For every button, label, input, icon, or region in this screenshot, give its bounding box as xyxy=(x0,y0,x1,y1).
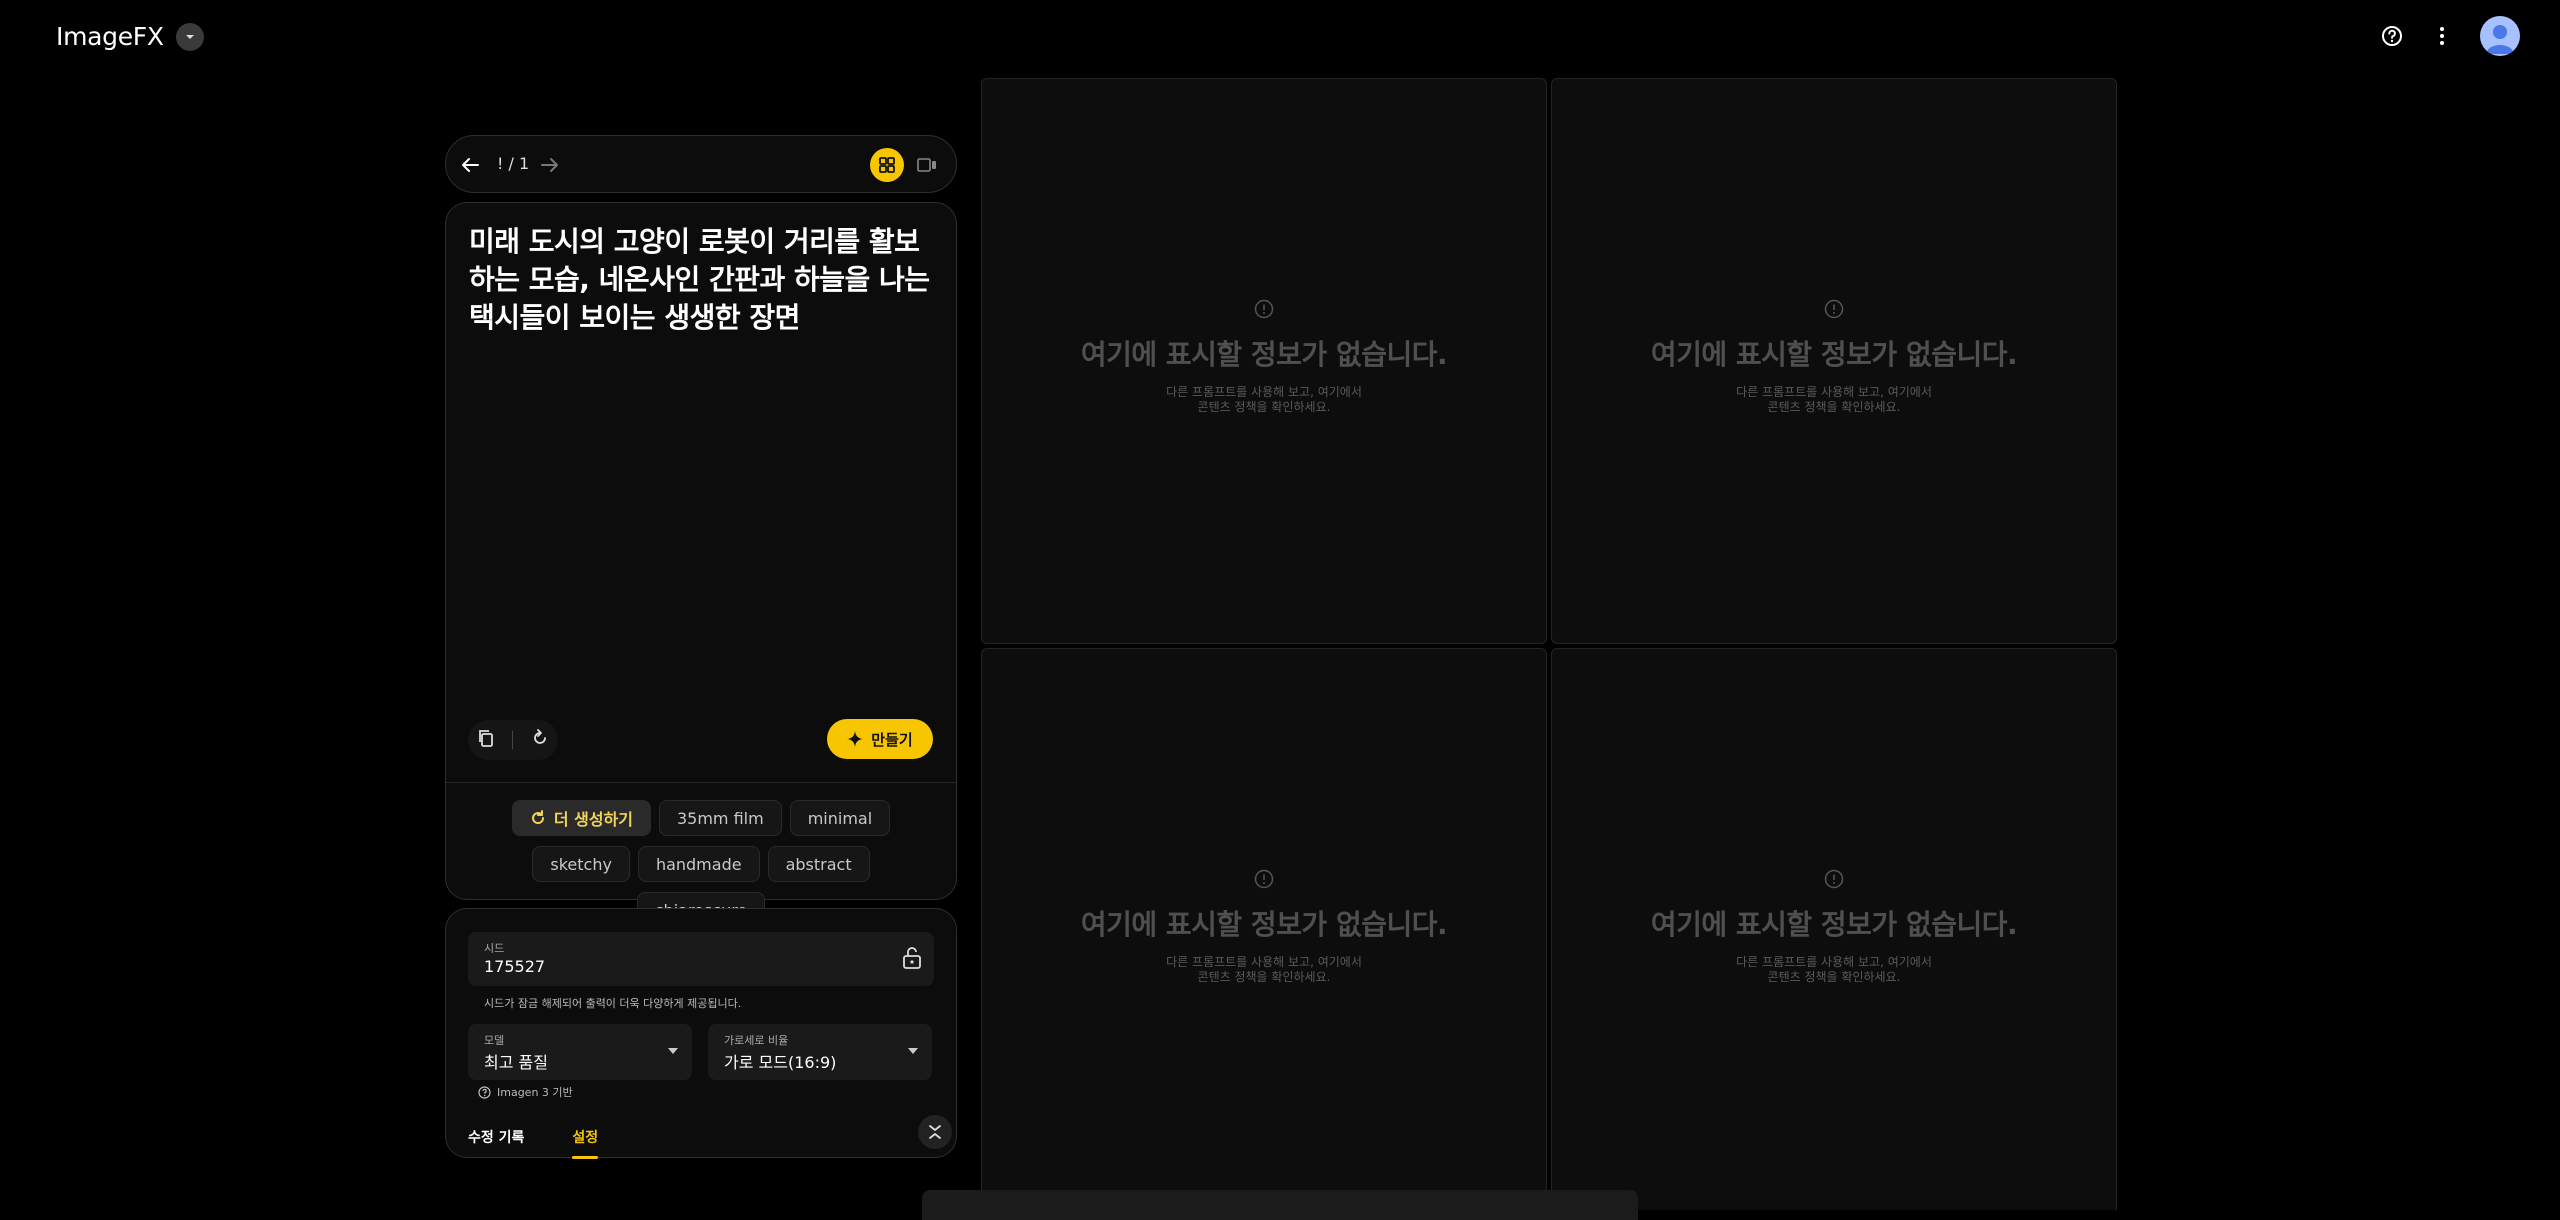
empty-state: 여기에 표시할 정보가 없습니다. 다른 프롬프트를 사용해 보고, 여기에서 … xyxy=(1552,299,2116,415)
generate-more-label: 더 생성하기 xyxy=(553,810,633,829)
unlock-icon[interactable] xyxy=(902,947,922,973)
style-chip[interactable]: minimal xyxy=(789,800,891,836)
image-tile[interactable]: 여기에 표시할 정보가 없습니다. 다른 프롬프트를 사용해 보고, 여기에서 … xyxy=(1551,648,2117,1210)
seed-value[interactable]: 175527 xyxy=(484,957,545,976)
prompt-card: 미래 도시의 고양이 로봇이 거리를 활보하는 모습, 네온사인 간판과 하늘을… xyxy=(445,202,957,928)
forward-arrow-icon[interactable] xyxy=(538,153,562,177)
empty-state: 여기에 표시할 정보가 없습니다. 다른 프롬프트를 사용해 보고, 여기에서 … xyxy=(982,299,1546,415)
brand: ImageFX xyxy=(56,22,204,51)
info-icon xyxy=(1254,869,1274,889)
sparkle-icon xyxy=(847,731,864,747)
tab-settings[interactable]: 설정 xyxy=(572,1127,598,1159)
ratio-value: 가로 모드(16:9) xyxy=(724,1053,837,1072)
empty-state: 여기에 표시할 정보가 없습니다. 다른 프롬프트를 사용해 보고, 여기에서 … xyxy=(982,869,1546,985)
empty-sub-1: 다른 프롬프트를 사용해 보고, 여기에서 xyxy=(1736,955,1932,969)
empty-state: 여기에 표시할 정보가 없습니다. 다른 프롬프트를 사용해 보고, 여기에서 … xyxy=(1552,869,2116,985)
tab-history[interactable]: 수정 기록 xyxy=(468,1127,524,1147)
back-arrow-icon[interactable] xyxy=(458,153,482,177)
style-chip[interactable]: sketchy xyxy=(532,846,630,882)
history-nav: ! / 1 xyxy=(445,135,957,193)
refresh-icon xyxy=(531,810,544,825)
model-label: 모델 xyxy=(484,1034,505,1047)
divider xyxy=(446,782,956,783)
top-actions xyxy=(2380,16,2520,56)
prompt-text[interactable]: 미래 도시의 고양이 로봇이 거리를 활보하는 모습, 네온사인 간판과 하늘을… xyxy=(469,223,939,337)
style-chip[interactable]: abstract xyxy=(767,846,870,882)
empty-sub-2: 콘텐츠 정책을 확인하세요. xyxy=(1197,970,1331,984)
info-icon xyxy=(1824,299,1844,319)
ratio-label: 가로세로 비율 xyxy=(724,1034,789,1047)
image-tile[interactable]: 여기에 표시할 정보가 없습니다. 다른 프롬프트를 사용해 보고, 여기에서 … xyxy=(981,648,1547,1210)
empty-sub-2: 콘텐츠 정책을 확인하세요. xyxy=(1767,400,1901,414)
image-tile[interactable]: 여기에 표시할 정보가 없습니다. 다른 프롬프트를 사용해 보고, 여기에서 … xyxy=(1551,78,2117,644)
empty-title: 여기에 표시할 정보가 없습니다. xyxy=(1080,338,1448,371)
seed-field[interactable]: 시드 175527 xyxy=(468,932,934,986)
app-title: ImageFX xyxy=(56,22,164,51)
style-chip[interactable]: 35mm film xyxy=(658,800,782,836)
avatar[interactable] xyxy=(2480,16,2520,56)
dropdown-caret-icon xyxy=(908,1048,918,1054)
view-toggle xyxy=(870,148,944,182)
help-circle-icon xyxy=(478,1085,491,1099)
copy-icon[interactable] xyxy=(477,729,495,751)
empty-title: 여기에 표시할 정보가 없습니다. xyxy=(1650,908,2018,941)
dropdown-caret-icon xyxy=(668,1048,678,1054)
grid-view-button[interactable] xyxy=(870,148,904,182)
empty-title: 여기에 표시할 정보가 없습니다. xyxy=(1080,908,1448,941)
style-chip[interactable]: handmade xyxy=(637,846,760,882)
prompt-tools xyxy=(468,720,558,760)
info-icon xyxy=(1824,869,1844,889)
aspect-ratio-select[interactable]: 가로세로 비율 가로 모드(16:9) xyxy=(708,1024,932,1080)
more-vert-icon[interactable] xyxy=(2430,24,2454,48)
info-icon xyxy=(1254,299,1274,319)
generate-more-chip[interactable]: 더 생성하기 xyxy=(511,800,651,836)
empty-sub-2: 콘텐츠 정책을 확인하세요. xyxy=(1767,970,1901,984)
empty-title: 여기에 표시할 정보가 없습니다. xyxy=(1650,338,2018,371)
seed-label: 시드 xyxy=(484,942,505,955)
image-tile[interactable]: 여기에 표시할 정보가 없습니다. 다른 프롬프트를 사용해 보고, 여기에서 … xyxy=(981,78,1547,644)
user-icon xyxy=(2486,25,2514,54)
grid-icon xyxy=(879,157,895,173)
create-button-label: 만들기 xyxy=(871,730,913,749)
chevron-down-icon xyxy=(185,34,194,39)
reset-icon[interactable] xyxy=(531,729,549,751)
collapse-button[interactable] xyxy=(918,1115,952,1149)
carousel-icon xyxy=(917,158,936,172)
app-menu-dropdown[interactable] xyxy=(175,22,204,51)
empty-sub-1: 다른 프롬프트를 사용해 보고, 여기에서 xyxy=(1736,385,1932,399)
tool-divider xyxy=(512,731,514,749)
create-button[interactable]: 만들기 xyxy=(827,719,933,759)
model-select[interactable]: 모델 최고 품질 xyxy=(468,1024,692,1080)
model-note: Imagen 3 기반 xyxy=(478,1084,573,1100)
bottom-tabs: 수정 기록 설정 xyxy=(468,1127,598,1159)
model-note-text: Imagen 3 기반 xyxy=(497,1086,573,1099)
page-indicator: ! / 1 xyxy=(497,154,530,173)
top-bar: ImageFX xyxy=(0,0,2560,76)
collapse-icon xyxy=(929,1125,941,1139)
empty-sub-2: 콘텐츠 정책을 확인하세요. xyxy=(1197,400,1331,414)
bottom-bar xyxy=(922,1190,1638,1220)
seed-note: 시드가 잠금 해제되어 출력이 더욱 다양하게 제공됩니다. xyxy=(484,997,742,1010)
empty-sub-1: 다른 프롬프트를 사용해 보고, 여기에서 xyxy=(1166,385,1362,399)
settings-card: 시드 175527 시드가 잠금 해제되어 출력이 더욱 다양하게 제공됩니다.… xyxy=(445,908,957,1159)
carousel-view-button[interactable] xyxy=(910,148,944,182)
model-value: 최고 품질 xyxy=(484,1053,548,1072)
empty-sub-1: 다른 프롬프트를 사용해 보고, 여기에서 xyxy=(1166,955,1362,969)
help-icon[interactable] xyxy=(2380,24,2404,48)
